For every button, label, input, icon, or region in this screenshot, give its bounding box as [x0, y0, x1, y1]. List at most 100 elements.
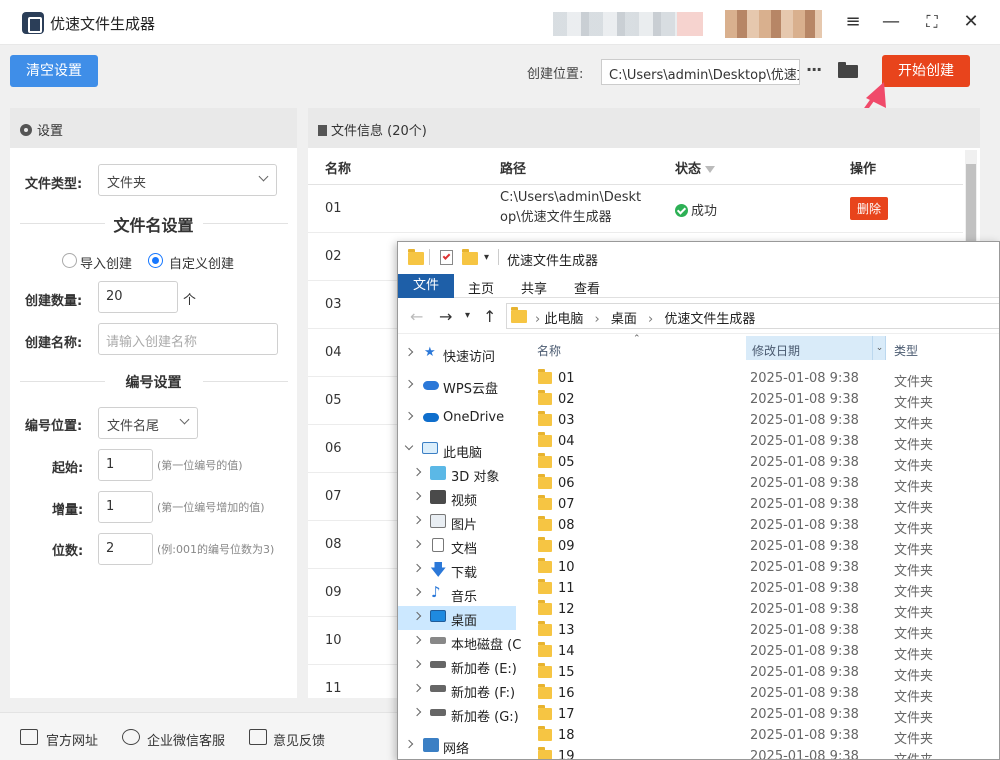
import-create-label[interactable]: 导入创建	[80, 253, 132, 272]
list-item[interactable]: 14 2025-01-08 9:38 文件夹	[520, 641, 999, 663]
custom-create-label[interactable]: 自定义创建	[169, 253, 234, 272]
list-item[interactable]: 05 2025-01-08 9:38 文件夹	[520, 452, 999, 474]
increment-input[interactable]: 1	[98, 491, 153, 523]
website-link[interactable]: 官方网址	[46, 730, 98, 749]
clear-settings-button[interactable]: 清空设置	[10, 55, 98, 87]
tab-share[interactable]: 共享	[521, 278, 547, 297]
delete-button[interactable]: 删除	[850, 197, 889, 220]
list-item[interactable]: 01 2025-01-08 9:38 文件夹	[520, 368, 999, 390]
file-type-select[interactable]: 文件夹	[98, 164, 277, 196]
file-type-label: 文件类型:	[25, 177, 83, 192]
address-bar[interactable]: › 此电脑 › 桌面 › 优速文件生成器	[506, 303, 999, 329]
nav-this-pc[interactable]: 此电脑	[398, 438, 516, 462]
nav-onedrive[interactable]: OneDrive	[398, 406, 516, 430]
column-header-name[interactable]: 名称	[537, 342, 561, 359]
nav-drive-e[interactable]: 新加卷 (E:)	[398, 654, 517, 678]
folder-icon	[538, 369, 552, 384]
location-input[interactable]: C:\Users\admin\Desktop\优速文件生成器	[601, 59, 800, 85]
maximize-icon[interactable]: ⛶	[920, 10, 944, 34]
custom-create-radio[interactable]	[148, 253, 163, 268]
start-input[interactable]: 1	[98, 449, 153, 481]
import-create-radio[interactable]	[62, 253, 77, 268]
forward-icon[interactable]: →	[439, 307, 452, 326]
column-header-date[interactable]: 修改日期 ⌄	[746, 336, 886, 360]
tab-file[interactable]: 文件	[398, 274, 454, 298]
list-item[interactable]: 10 2025-01-08 9:38 文件夹	[520, 557, 999, 579]
up-icon[interactable]: ↑	[483, 307, 496, 326]
nav-wps-cloud[interactable]: WPS云盘	[398, 374, 516, 398]
more-icon[interactable]: ···	[806, 60, 822, 79]
properties-icon[interactable]	[440, 250, 453, 265]
folder-icon	[538, 747, 552, 759]
back-icon[interactable]: ←	[410, 307, 423, 326]
nav-3d-objects[interactable]: 3D 对象	[398, 462, 516, 486]
count-label: 创建数量:	[25, 294, 83, 309]
breadcrumb-desktop[interactable]: 桌面	[611, 312, 637, 327]
list-item[interactable]: 13 2025-01-08 9:38 文件夹	[520, 620, 999, 642]
column-status[interactable]: 状态	[675, 158, 716, 177]
tab-view[interactable]: 查看	[574, 278, 600, 297]
close-icon[interactable]: ✕	[959, 10, 983, 34]
list-item[interactable]: 17 2025-01-08 9:38 文件夹	[520, 704, 999, 726]
success-icon	[675, 204, 688, 217]
history-dropdown-icon[interactable]: ▾	[465, 310, 470, 321]
folder-icon	[538, 600, 552, 615]
3d-icon	[430, 466, 446, 480]
position-select[interactable]: 文件名尾	[98, 407, 198, 439]
list-item[interactable]: 16 2025-01-08 9:38 文件夹	[520, 683, 999, 705]
nav-quick-access[interactable]: ★ 快速访问	[398, 342, 516, 366]
digits-input[interactable]: 2	[98, 533, 153, 565]
filter-icon[interactable]	[705, 166, 716, 173]
folder-icon	[538, 495, 552, 510]
drive-icon	[430, 661, 446, 668]
list-item[interactable]: 07 2025-01-08 9:38 文件夹	[520, 494, 999, 516]
list-item[interactable]: 15 2025-01-08 9:38 文件夹	[520, 662, 999, 684]
tab-home[interactable]: 主页	[468, 278, 494, 297]
folder-icon	[538, 684, 552, 699]
nav-drive-f[interactable]: 新加卷 (F:)	[398, 678, 516, 702]
nav-downloads[interactable]: 🡇 下载	[398, 558, 516, 582]
nav-network[interactable]: 网络	[398, 734, 516, 758]
folder-icon	[538, 726, 552, 741]
list-item[interactable]: 08 2025-01-08 9:38 文件夹	[520, 515, 999, 537]
list-item[interactable]: 09 2025-01-08 9:38 文件夹	[520, 536, 999, 558]
app-title: 优速文件生成器	[50, 15, 156, 33]
start-create-button[interactable]: 开始创建	[882, 55, 970, 87]
nav-drive-g[interactable]: 新加卷 (G:)	[398, 702, 519, 726]
count-input[interactable]: 20	[98, 281, 178, 313]
nav-music[interactable]: ♪ 音乐	[398, 582, 516, 606]
website-icon	[20, 729, 38, 745]
nav-pictures[interactable]: 图片	[398, 510, 516, 534]
breadcrumb-this-pc[interactable]: 此电脑	[544, 312, 583, 327]
location-label: 创建位置:	[527, 67, 584, 82]
nav-drive-c[interactable]: 本地磁盘 (C	[398, 630, 521, 654]
list-item[interactable]: 04 2025-01-08 9:38 文件夹	[520, 431, 999, 453]
list-item[interactable]: 02 2025-01-08 9:38 文件夹	[520, 389, 999, 411]
feedback-link[interactable]: 意见反馈	[273, 730, 325, 749]
drive-icon	[430, 637, 446, 644]
nav-documents[interactable]: 文档	[398, 534, 516, 558]
folder-icon	[538, 537, 552, 552]
wechat-service-link[interactable]: 企业微信客服	[147, 730, 225, 749]
drive-icon	[430, 685, 446, 692]
new-folder-icon[interactable]	[462, 249, 478, 265]
list-item[interactable]: 192025-01-08 9:38文件夹	[520, 746, 999, 759]
folder-open-icon[interactable]	[838, 62, 858, 78]
gear-icon	[20, 124, 32, 136]
nav-videos[interactable]: 视频	[398, 486, 516, 510]
nav-desktop[interactable]: 桌面	[398, 606, 516, 630]
list-item[interactable]: 18 2025-01-08 9:38 文件夹	[520, 725, 999, 747]
breadcrumb-folder[interactable]: 优速文件生成器	[664, 312, 755, 327]
list-item[interactable]: 06 2025-01-08 9:38 文件夹	[520, 473, 999, 495]
quick-access-dropdown-icon[interactable]: ▾	[484, 252, 489, 263]
menu-icon[interactable]: ≡	[841, 10, 865, 34]
list-item[interactable]: 12 2025-01-08 9:38 文件夹	[520, 599, 999, 621]
column-header-type[interactable]: 类型	[894, 342, 918, 359]
name-input[interactable]: 请输入创建名称	[98, 323, 278, 355]
count-unit: 个	[183, 293, 197, 308]
feedback-icon	[249, 729, 267, 745]
list-item[interactable]: 11 2025-01-08 9:38 文件夹	[520, 578, 999, 600]
minimize-icon[interactable]: —	[879, 10, 903, 34]
list-item[interactable]: 03 2025-01-08 9:38 文件夹	[520, 410, 999, 432]
digits-hint: (例:001的编号位数为3)	[157, 543, 275, 556]
